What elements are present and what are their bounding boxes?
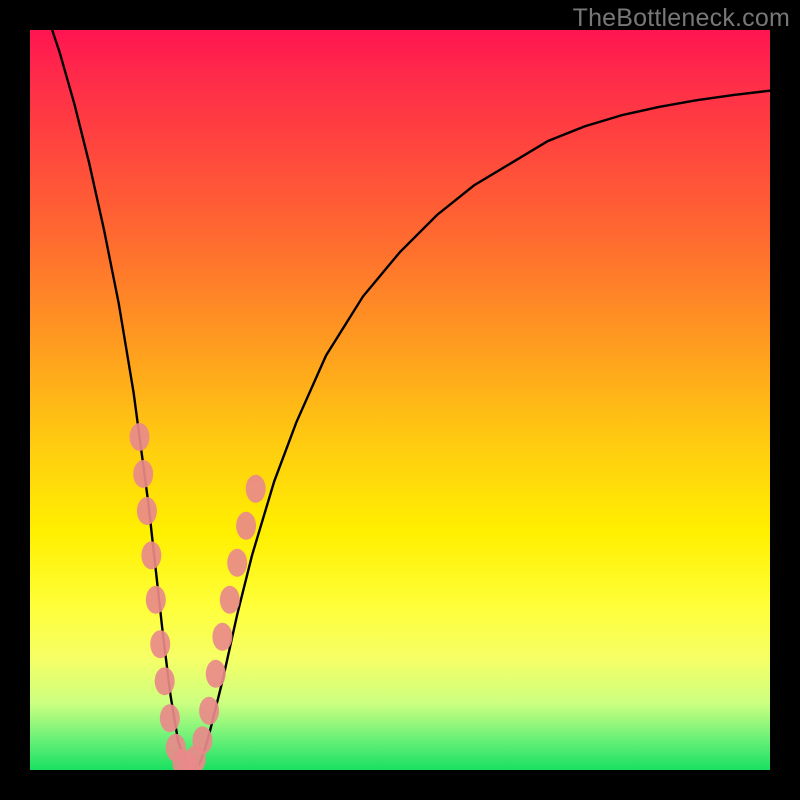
plot-area <box>30 30 770 770</box>
chart-svg <box>30 30 770 770</box>
marker-dot <box>137 497 157 525</box>
highlighted-markers <box>130 423 266 770</box>
marker-dot <box>220 586 240 614</box>
marker-dot <box>141 541 161 569</box>
chart-frame: TheBottleneck.com <box>0 0 800 800</box>
marker-dot <box>199 697 219 725</box>
watermark-text: TheBottleneck.com <box>573 4 790 33</box>
marker-dot <box>192 726 212 754</box>
marker-dot <box>150 630 170 658</box>
bottleneck-curve-path <box>30 30 770 770</box>
marker-dot <box>212 623 232 651</box>
marker-dot <box>206 660 226 688</box>
marker-dot <box>130 423 150 451</box>
marker-dot <box>146 586 166 614</box>
marker-dot <box>246 475 266 503</box>
marker-dot <box>227 549 247 577</box>
marker-dot <box>155 667 175 695</box>
marker-dot <box>160 704 180 732</box>
marker-dot <box>236 512 256 540</box>
marker-dot <box>133 460 153 488</box>
